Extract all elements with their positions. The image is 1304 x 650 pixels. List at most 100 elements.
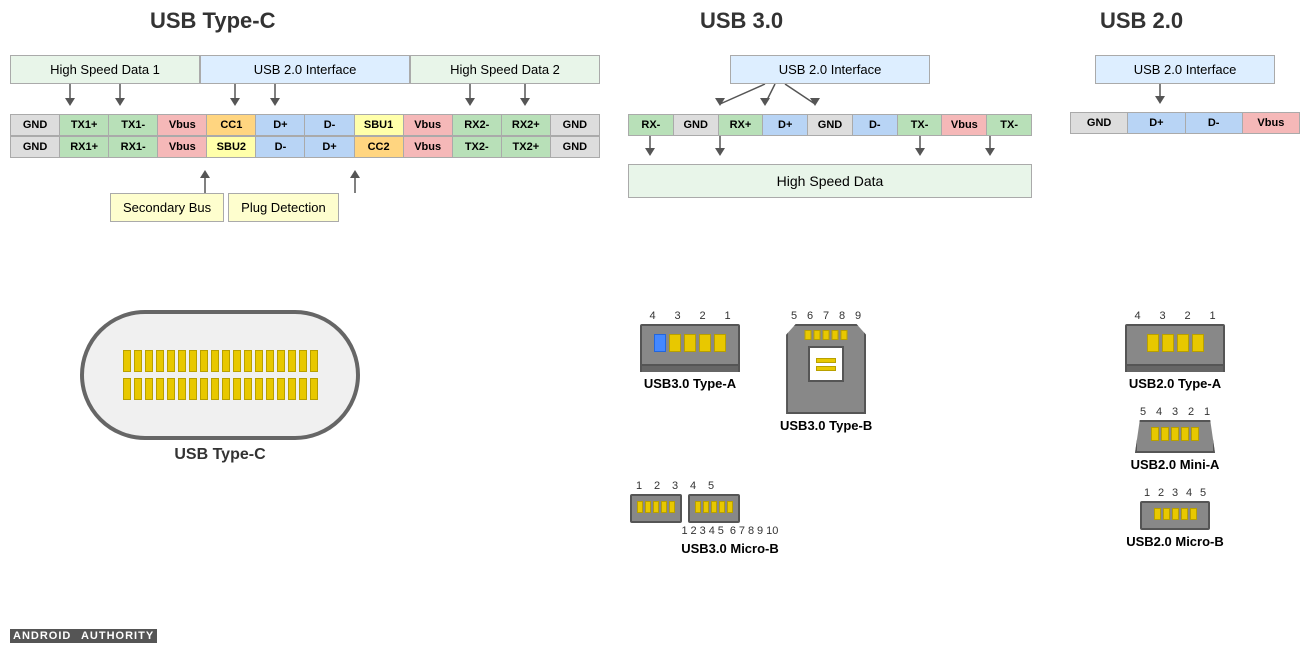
pin-yellow	[669, 334, 681, 352]
pin-cell: RX+	[719, 115, 764, 135]
hs2-label: High Speed Data 2	[410, 55, 600, 84]
watermark: ANDROID AUTHORITY	[10, 630, 157, 642]
pin-cell: GND	[674, 115, 719, 135]
pin-cell: GND	[808, 115, 853, 135]
usb30-typeA-body	[640, 324, 740, 366]
usb-interface-label-typec: USB 2.0 Interface	[200, 55, 410, 84]
typec-pin-row2: GNDRX1+RX1-VbusSBU2D-D+CC2VbusTX2-TX2+GN…	[10, 136, 600, 158]
pin-cell: RX2+	[502, 115, 551, 135]
pin-cell: D-	[305, 115, 354, 135]
usb20-typeA-base	[1125, 366, 1225, 372]
connector-pin	[178, 350, 186, 372]
pin-cell: CC2	[355, 137, 404, 157]
usb30-microB-wrap: 12345	[630, 480, 830, 556]
connector-pin	[145, 350, 153, 372]
pin-cell: D-	[853, 115, 898, 135]
pin-cell: TX2-	[453, 137, 502, 157]
watermark-suffix: AUTHORITY	[74, 629, 157, 643]
connector-pin	[277, 350, 285, 372]
connector-pin	[156, 378, 164, 400]
usb30-microB-nums1: 12345	[630, 480, 720, 492]
pin-cell: GND	[1071, 113, 1128, 133]
pin-cell: RX1+	[60, 137, 109, 157]
connector-pin	[134, 350, 142, 372]
typeB-inner-box	[808, 346, 844, 382]
typec-pin-row1: GNDTX1+TX1-VbusCC1D+D-SBU1VbusRX2-RX2+GN…	[10, 114, 600, 136]
pin-cell: D+	[305, 137, 354, 157]
connector-pin	[288, 378, 296, 400]
pin-cell: D+	[763, 115, 808, 135]
microB-left-pins	[637, 501, 675, 513]
usb30-arrows2	[620, 136, 1040, 164]
connector-pin	[233, 378, 241, 400]
usb20-typeA-body	[1125, 324, 1225, 366]
pin-cell: Vbus	[1243, 113, 1299, 133]
typeB-inner-pins	[816, 358, 836, 371]
pin-cell: TX1+	[60, 115, 109, 135]
connector-pin	[211, 378, 219, 400]
typec-arrows-up	[10, 158, 600, 193]
pin-cell: TX1-	[109, 115, 158, 135]
usb20-microB-label: USB2.0 Micro-B	[1050, 534, 1300, 549]
usb30-typeB-body	[786, 324, 866, 414]
hs1-label: High Speed Data 1	[10, 55, 200, 84]
pin-cell: Vbus	[404, 115, 453, 135]
typec-top-labels: High Speed Data 1 USB 2.0 Interface High…	[10, 55, 600, 84]
pin-cell: D-	[256, 137, 305, 157]
usb30-microB-label: USB3.0 Micro-B	[630, 541, 830, 556]
connector-pin	[233, 350, 241, 372]
connector-pin	[288, 350, 296, 372]
usb20-interface-box: USB 2.0 Interface	[1095, 55, 1275, 84]
connector-pin	[189, 378, 197, 400]
usb30-typeB-label: USB3.0 Type-B	[780, 418, 872, 433]
pin-cell: D+	[1128, 113, 1185, 133]
connector-pin	[222, 350, 230, 372]
pin-cell: TX-	[987, 115, 1031, 135]
typeB-top-pins	[805, 330, 848, 340]
usb20-connectors: 4 3 2 1 USB2.0 Type-A 5 4 3 2 1	[1050, 310, 1300, 549]
connector-pin	[200, 378, 208, 400]
pin-cell: Vbus	[158, 137, 207, 157]
connector-pin	[266, 378, 274, 400]
pin-yellow	[699, 334, 711, 352]
connector-pin	[156, 350, 164, 372]
pin-cell: SBU2	[207, 137, 256, 157]
typec-pins-bottom	[123, 378, 318, 400]
pin-cell: D-	[1186, 113, 1243, 133]
usb20-miniA-body	[1135, 420, 1215, 453]
usb20-arrow	[1070, 84, 1250, 112]
pin-cell: TX-	[898, 115, 943, 135]
pin-cell: GND	[11, 115, 60, 135]
pin-cell: Vbus	[158, 115, 207, 135]
connector-pin	[222, 378, 230, 400]
pin-cell: GND	[551, 115, 599, 135]
usb20-typeA-nums: 4 3 2 1	[1125, 310, 1225, 322]
typec-section: High Speed Data 1 USB 2.0 Interface High…	[10, 55, 600, 222]
secondary-bus-label: Secondary Bus	[110, 193, 224, 222]
microB-right	[688, 494, 740, 523]
usb30-interface-box: USB 2.0 Interface	[730, 55, 930, 84]
typec-connector-diagram: USB Type-C	[80, 310, 360, 464]
plug-detection-label: Plug Detection	[228, 193, 339, 222]
connector-pin	[299, 378, 307, 400]
usb30-section: USB 2.0 Interface RX-GNDRX+D+GNDD-TX-Vbu…	[620, 55, 1040, 198]
typec-connector-body	[80, 310, 360, 440]
typeA-base	[640, 366, 740, 372]
connector-pin	[299, 350, 307, 372]
pin-cell: CC1	[207, 115, 256, 135]
connector-pin	[255, 378, 263, 400]
usb20-microB-body	[1140, 501, 1210, 530]
usb30-microB-all-nums: 12345 678910	[680, 525, 780, 537]
pin-cell: TX2+	[502, 137, 551, 157]
usb30-interface-wrap: USB 2.0 Interface	[620, 55, 1040, 84]
usb30-hs-data-box: High Speed Data	[628, 164, 1032, 198]
usb20-microB-wrap: 1 2 3 4 5 USB2.0 Micro-B	[1050, 487, 1300, 549]
usb20-microB-nums: 1 2 3 4 5	[1140, 487, 1210, 499]
pin-cell: GND	[11, 137, 60, 157]
pin-cell: GND	[551, 137, 599, 157]
typeB-outer	[786, 324, 866, 414]
usb20-pin-row: GNDD+D-Vbus	[1070, 112, 1300, 134]
connector-pin	[310, 378, 318, 400]
usb30-typeB-wrap: 5 6 7 8 9	[780, 310, 872, 433]
connector-pin	[123, 350, 131, 372]
